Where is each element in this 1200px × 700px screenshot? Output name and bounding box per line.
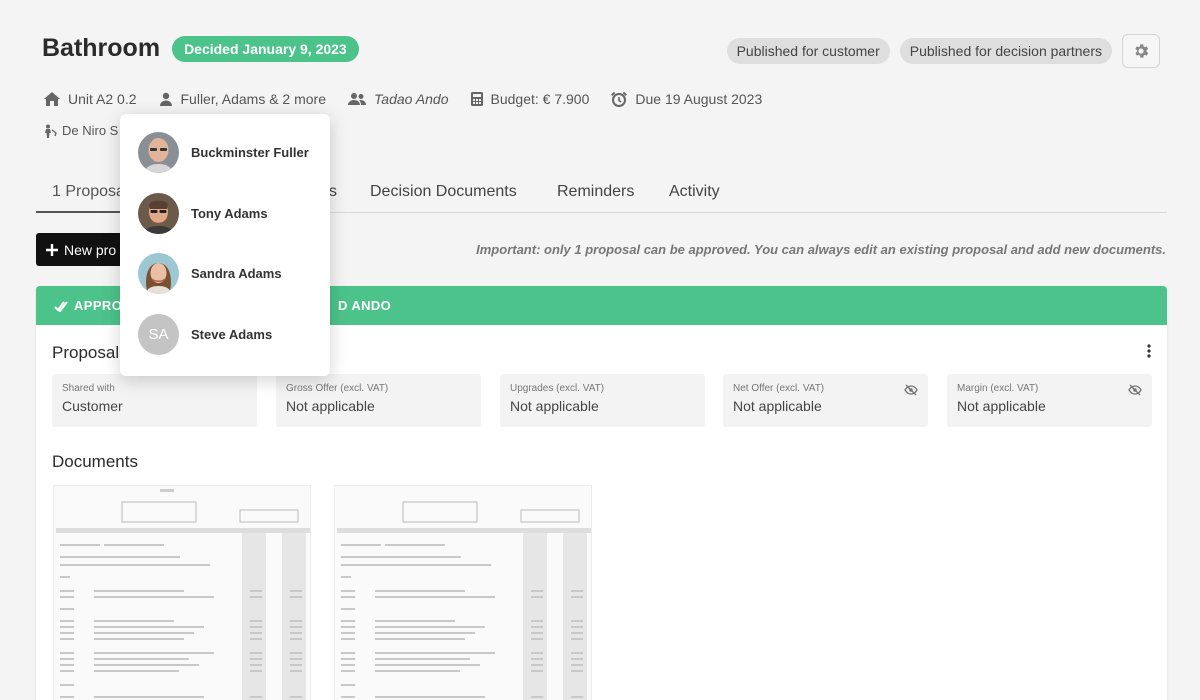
title-row: Bathroom Decided January 9, 2023 [42,34,359,63]
dropdown-person[interactable]: Sandra Adams [138,253,282,294]
meta-assignee-text: De Niro S [62,123,119,138]
info-value: Not applicable [957,398,1046,414]
info-value: Not applicable [510,398,599,414]
meta-partner-text: Tadao Ando [374,91,449,107]
kebab-menu-icon[interactable] [1147,344,1151,358]
meta-due: Due 19 August 2023 [611,91,762,107]
approved-banner-text-suffix: D ANDO [338,298,392,313]
document-preview [337,501,591,700]
published-customer-badge[interactable]: Published for customer [726,38,890,64]
alarm-clock-icon [611,91,628,107]
meta-row: Unit A2 0.2 Fuller, Adams & 2 more Tadao… [44,91,784,107]
info-label: Gross Offer (excl. VAT) [286,383,389,394]
meta-owners[interactable]: Fuller, Adams & 2 more [159,91,327,107]
meta-budget-text: Budget: € 7.900 [490,91,590,107]
eye-off-icon[interactable] [904,384,918,396]
person-name: Buckminster Fuller [191,145,309,160]
eye-off-icon[interactable] [1128,384,1142,396]
decided-badge: Decided January 9, 2023 [172,35,359,62]
published-partners-badge[interactable]: Published for decision partners [899,38,1112,64]
meta-unit-text: Unit A2 0.2 [68,91,137,107]
meta-assignee: De Niro S [44,123,118,138]
document-preview [56,489,310,700]
document-thumbnail[interactable] [53,485,311,700]
info-label: Shared with [62,383,115,394]
tab-decision-documents[interactable]: Decision Documents [370,183,517,201]
avatar [138,253,179,294]
settings-button[interactable] [1122,34,1160,68]
info-value: Not applicable [733,398,822,414]
meta-unit: Unit A2 0.2 [44,91,137,107]
dropdown-person[interactable]: SA Steve Adams [138,314,272,355]
info-gross-offer: Gross Offer (excl. VAT) Not applicable [276,374,481,427]
info-label: Upgrades (excl. VAT) [510,383,605,394]
gear-icon [1135,44,1149,58]
meta-owners-text: Fuller, Adams & 2 more [180,91,327,107]
meta-budget: Budget: € 7.900 [470,91,590,107]
header-actions: Published for customer Published for dec… [726,34,1160,68]
document-thumbnail[interactable] [334,485,592,700]
info-net-offer: Net Offer (excl. VAT) Not applicable [723,374,928,427]
tab-activity[interactable]: Activity [669,183,720,201]
proposal-title: Proposal [52,343,120,362]
meta-due-text: Due 19 August 2023 [635,91,763,107]
person-icon [45,124,57,138]
dropdown-person[interactable]: Buckminster Fuller [138,132,309,173]
meta-partner: Tadao Ando [348,91,449,107]
double-check-icon [54,300,68,312]
home-icon [44,92,60,106]
person-name: Sandra Adams [191,266,282,281]
tab-hidden-partial[interactable]: s [329,183,337,201]
info-margin: Margin (excl. VAT) Not applicable [947,374,1152,427]
documents-title: Documents [52,452,138,471]
avatar-initials: SA [138,314,179,355]
info-shared-with: Shared with Customer [52,374,257,427]
tab-reminders[interactable]: Reminders [557,183,634,201]
person-name: Steve Adams [191,327,273,342]
dropdown-person[interactable]: Tony Adams [138,193,268,234]
users-icon [348,93,367,105]
avatar [138,193,179,234]
important-note: Important: only 1 proposal can be approv… [476,242,1166,257]
avatar [138,132,179,173]
person-name: Tony Adams [191,206,268,221]
info-label: Net Offer (excl. VAT) [733,383,825,394]
tab-proposals[interactable]: 1 Proposa [52,183,125,201]
page-title: Bathroom [42,34,161,62]
user-icon [159,92,172,106]
calculator-icon [470,92,483,106]
new-proposal-label: New pro [64,241,117,258]
plus-icon [46,243,58,256]
owners-dropdown: Buckminster Fuller Tony Adams Sandra Ada… [120,114,330,376]
info-upgrades: Upgrades (excl. VAT) Not applicable [500,374,705,427]
info-label: Margin (excl. VAT) [957,383,1039,394]
info-value: Customer [62,398,123,414]
info-value: Not applicable [286,398,375,414]
